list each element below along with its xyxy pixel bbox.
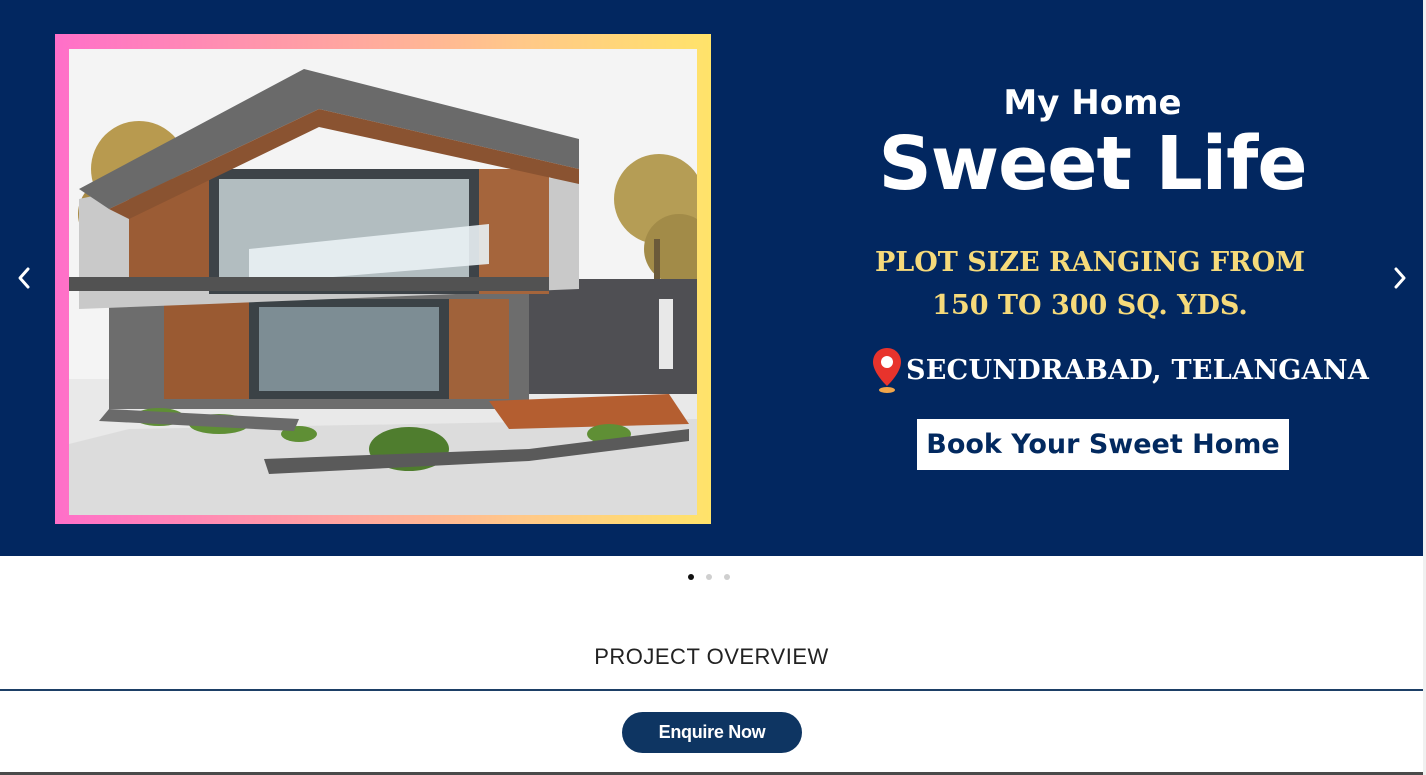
carousel-dot-2[interactable] (706, 574, 712, 580)
house-image-frame (55, 34, 711, 524)
location-text: SECUNDRABAD, TELANGANA (906, 354, 1370, 386)
plot-size-line-2: 150 TO 300 SQ. YDS. (932, 290, 1248, 321)
hero-title-big: Sweet Life (878, 121, 1307, 207)
project-location: SECUNDRABAD, TELANGANA (870, 345, 1369, 395)
map-pin-icon (873, 348, 901, 393)
enquire-now-button[interactable]: Enquire Now (622, 712, 802, 753)
section-title: PROJECT OVERVIEW (594, 644, 829, 669)
carousel-dot-1[interactable] (688, 574, 694, 580)
plot-size-line-1: PLOT SIZE RANGING FROM (874, 247, 1306, 278)
plot-size-text: PLOT SIZE RANGING FROM 150 TO 300 SQ. YD… (830, 241, 1350, 327)
carousel-pagination (688, 574, 730, 580)
section-divider (0, 689, 1423, 691)
hero-banner: My Home Sweet Life PLOT SIZE RANGING FRO… (0, 0, 1423, 556)
carousel-next-button[interactable] (1382, 260, 1418, 296)
hero-title-small: My Home (1003, 83, 1182, 123)
chevron-left-icon (18, 267, 30, 289)
carousel-dot-3[interactable] (724, 574, 730, 580)
house-image (69, 49, 697, 515)
carousel-prev-button[interactable] (6, 260, 42, 296)
chevron-right-icon (1394, 267, 1406, 289)
book-sweet-home-button[interactable]: Book Your Sweet Home (917, 419, 1289, 470)
